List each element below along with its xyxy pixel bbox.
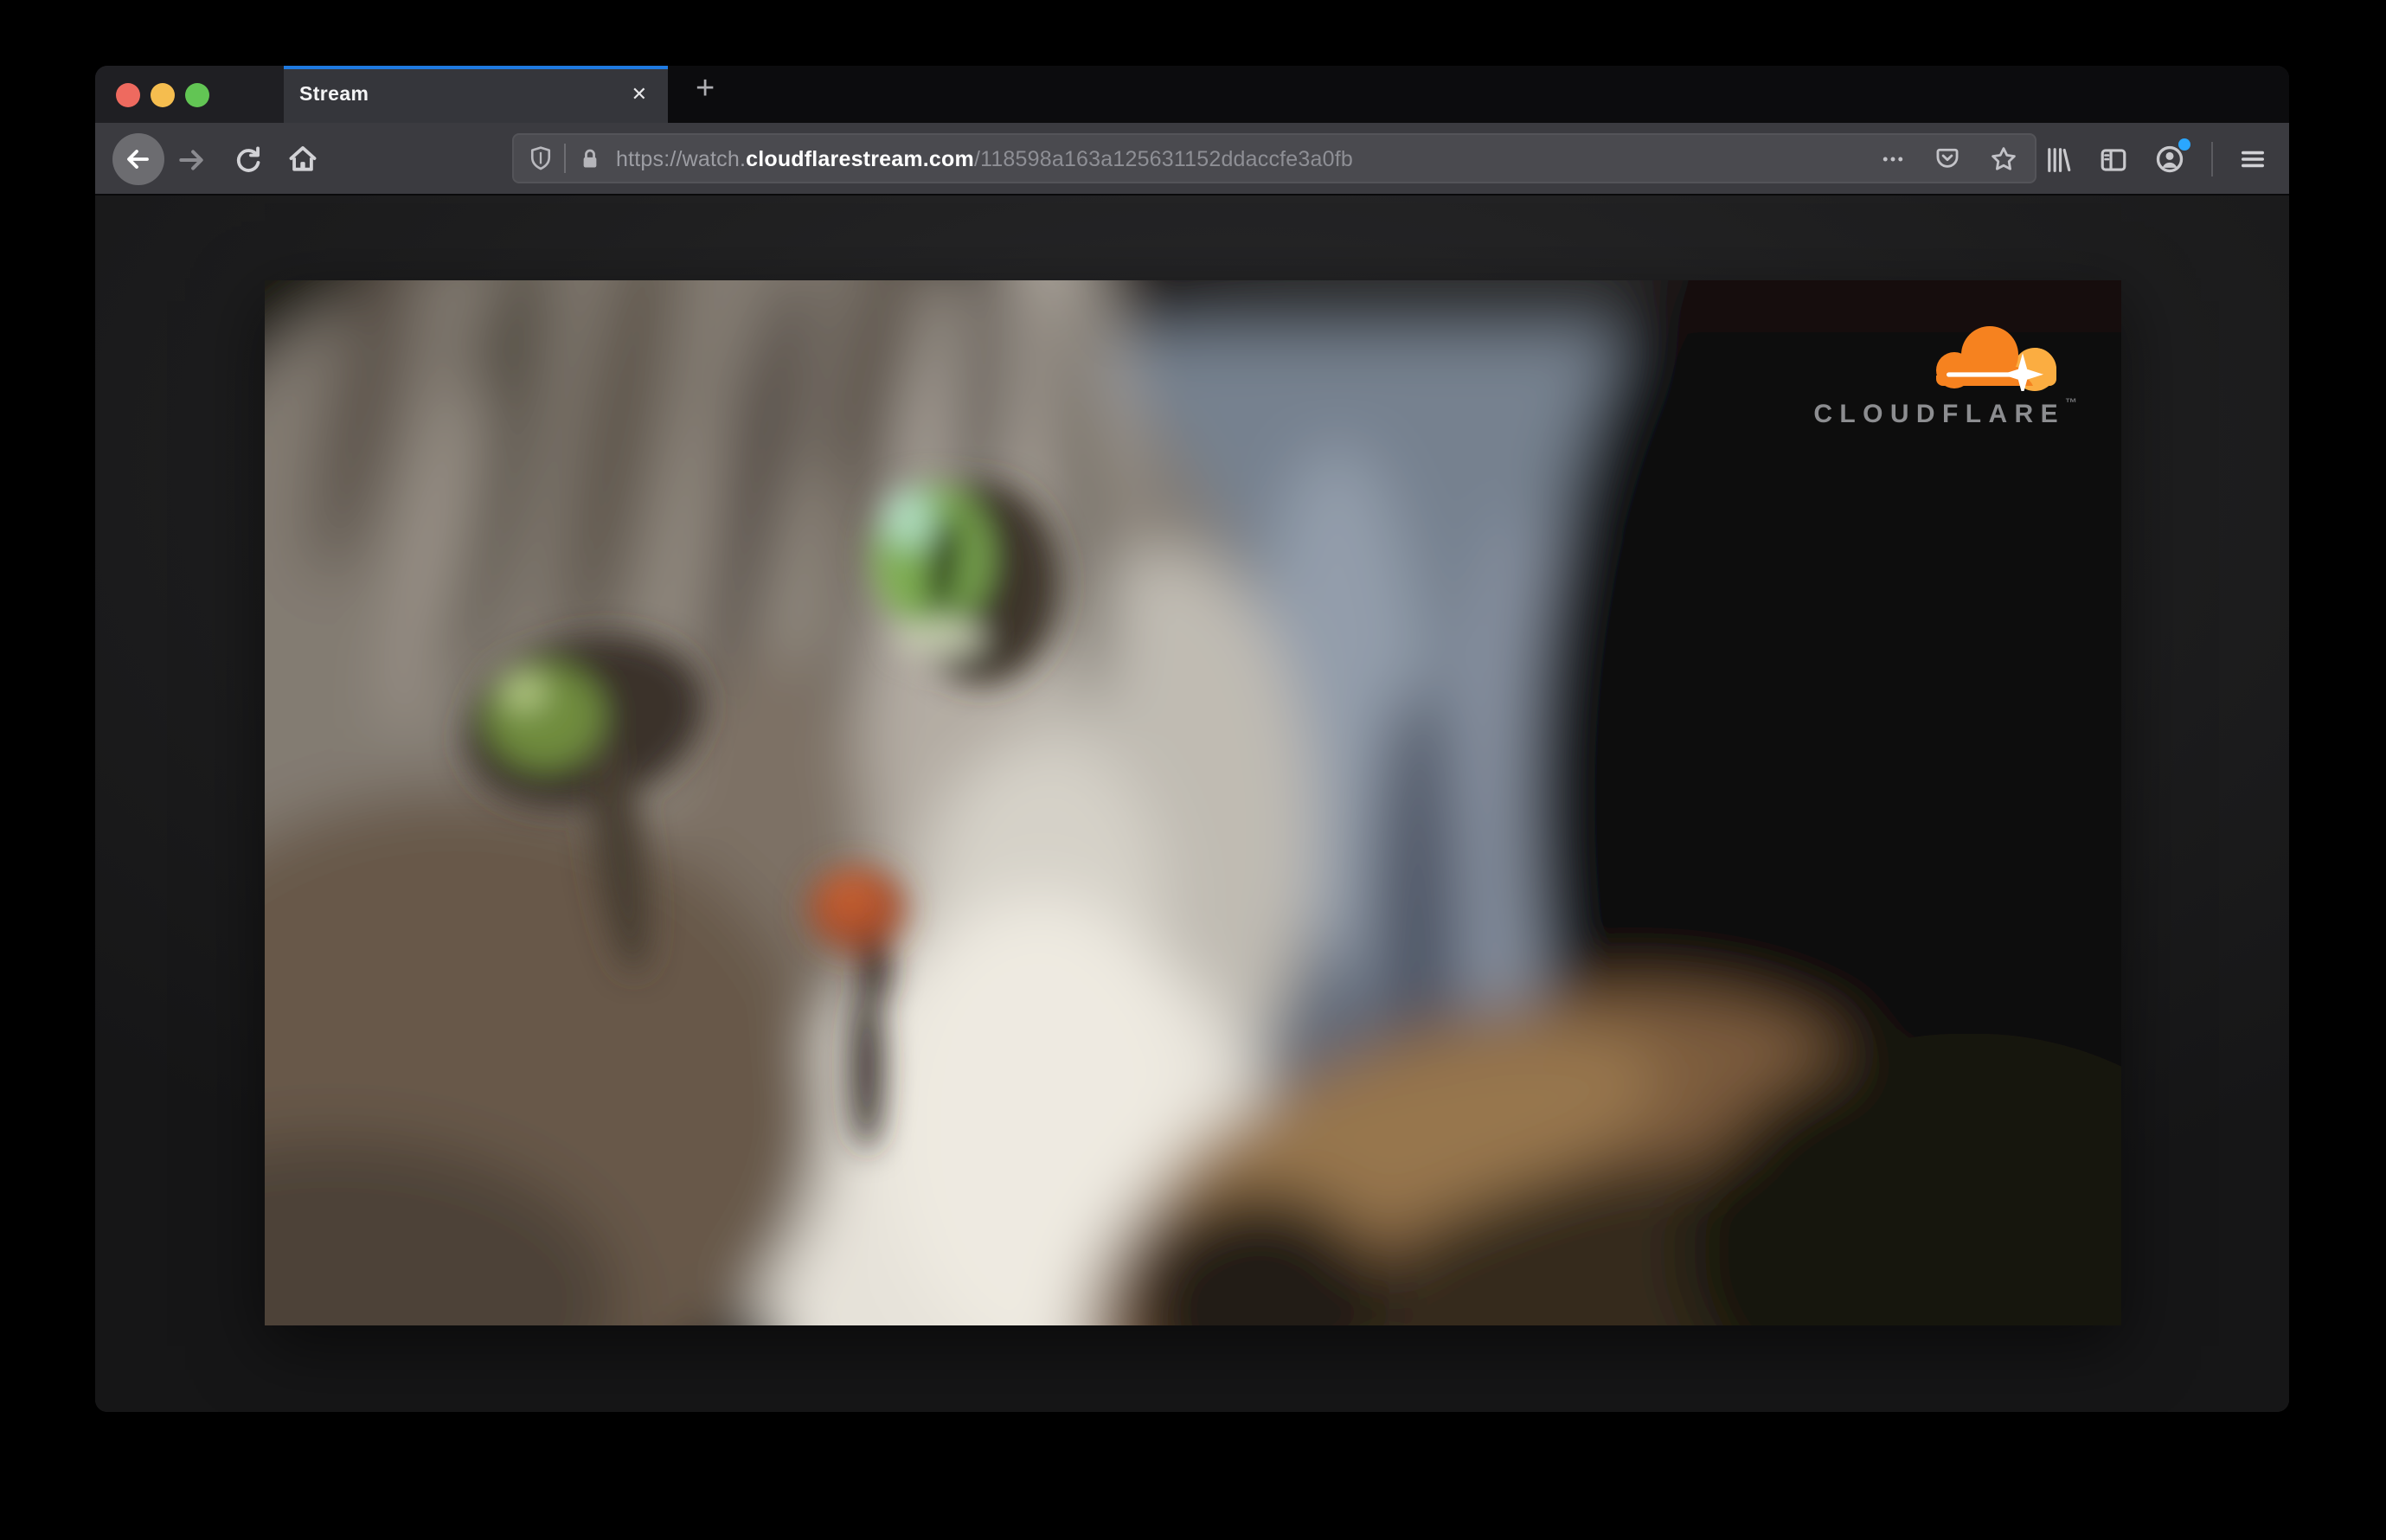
pocket-icon[interactable] [1934,145,1960,171]
traffic-lights [116,66,209,123]
screen: Stream ✕ + https://watch.cloudflarestrea… [0,0,2386,1540]
trademark-symbol: ™ [2065,397,2077,409]
account-button[interactable] [2154,138,2190,175]
browser-window: Stream ✕ + https://watch.cloudflarestrea… [95,66,2289,1412]
cloudflare-logo: CLOUDFLARE™ [1783,324,2077,428]
navigation-toolbar: https://watch.cloudflarestream.com/11859… [95,123,2289,196]
reload-icon [235,145,260,171]
cloudflare-cloud-icon [1935,325,2056,390]
url-domain: cloudflarestream.com [746,146,974,170]
video-player[interactable]: CLOUDFLARE™ [264,279,2120,1325]
back-icon [112,133,164,185]
close-window-button[interactable] [116,82,140,106]
forward-button[interactable] [171,123,209,196]
zoom-window-button[interactable] [185,82,209,106]
toolbar-divider [2211,142,2213,176]
video-frame-cat [264,279,2120,1325]
home-icon [289,146,317,171]
back-button[interactable] [104,123,173,196]
url-text: https://watch.cloudflarestream.com/11859… [616,146,1881,170]
bookmark-star-icon[interactable] [1990,144,2017,172]
tab-stream[interactable]: Stream ✕ [284,66,668,123]
tab-close-button[interactable]: ✕ [632,83,647,106]
account-notification-dot [2178,138,2190,151]
reload-button[interactable] [227,123,268,196]
url-path: /118598a163a125631152ddaccfe3a0fb [973,146,1353,170]
urlbar-divider [564,144,566,173]
home-button[interactable] [282,123,324,196]
menu-button[interactable] [2239,145,2267,173]
cloudflare-wordmark: CLOUDFLARE™ [1813,397,2077,428]
minimize-window-button[interactable] [151,82,175,106]
url-bar[interactable]: https://watch.cloudflarestream.com/11859… [512,133,2036,183]
new-tab-button[interactable]: + [696,71,715,109]
lock-icon[interactable] [578,146,602,170]
page-content: CLOUDFLARE™ [95,196,2289,1412]
hamburger-menu-icon [2242,151,2264,168]
library-icon[interactable] [2043,144,2073,174]
tab-title: Stream [299,85,369,106]
url-prefix: https://watch. [616,146,747,170]
tracking-protection-shield-icon[interactable] [528,145,554,171]
tab-bar: Stream ✕ + [95,66,2289,123]
forward-icon [178,149,202,170]
sidebar-icon[interactable] [2099,144,2128,174]
page-actions-icon[interactable] [1881,146,1905,170]
